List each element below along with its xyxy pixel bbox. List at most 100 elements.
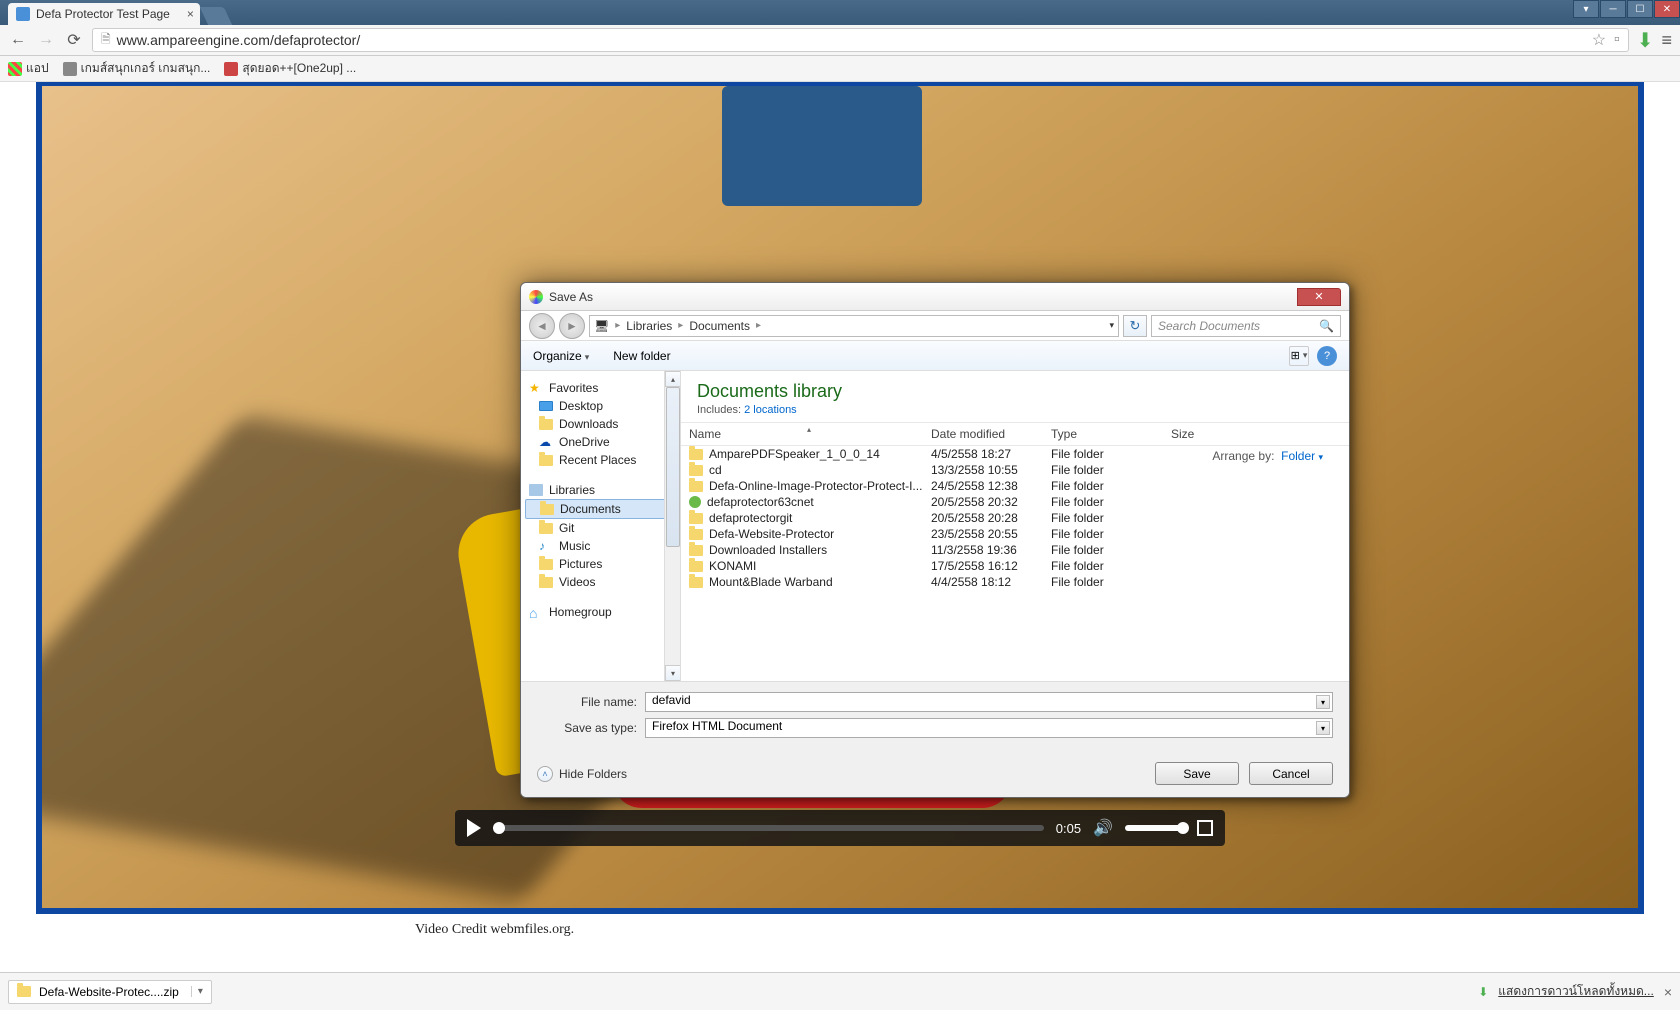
video-credit: Video Credit webmfiles.org. [415, 922, 574, 938]
window-dropdown-button[interactable]: ▾ [1573, 0, 1599, 18]
apps-bookmark[interactable]: แอป [8, 59, 49, 78]
bookmark-star-icon[interactable]: ☆ [1592, 30, 1606, 50]
refresh-button[interactable]: ↻ [1123, 315, 1147, 337]
dialog-footer: ˄ Hide Folders Save Cancel [521, 754, 1349, 797]
nav-recent[interactable]: Recent Places [525, 451, 676, 469]
seek-handle[interactable] [493, 822, 505, 834]
download-menu-icon[interactable]: ▾ [191, 986, 203, 997]
filename-input[interactable]: defavid ▾ [645, 692, 1333, 712]
nav-homegroup[interactable]: ⌂Homegroup [525, 603, 676, 621]
nav-git[interactable]: Git [525, 519, 676, 537]
fullscreen-icon[interactable] [1197, 820, 1213, 836]
nav-onedrive[interactable]: ☁OneDrive [525, 433, 676, 451]
downloadbar-close-icon[interactable]: × [1664, 984, 1672, 1000]
nav-videos[interactable]: Videos [525, 573, 676, 591]
file-date: 20/5/2558 20:32 [931, 495, 1051, 509]
download-bar: Defa-Website-Protec....zip ▾ ⬇ แสดงการดา… [0, 972, 1680, 1010]
window-close-button[interactable]: ✕ [1654, 0, 1680, 18]
file-row[interactable]: KONAMI17/5/2558 16:12File folder [681, 558, 1349, 574]
chrome-toolbar: ← → ⟳ 🗎 www.ampareengine.com/defaprotect… [0, 25, 1680, 56]
file-date: 20/5/2558 20:28 [931, 511, 1051, 525]
nav-forward-button[interactable]: ► [559, 313, 585, 339]
browser-tab[interactable]: Defa Protector Test Page × [8, 3, 200, 25]
file-type: File folder [1051, 575, 1171, 589]
file-date: 23/5/2558 20:55 [931, 527, 1051, 541]
tab-close-icon[interactable]: × [187, 7, 194, 21]
breadcrumb-documents[interactable]: Documents [689, 319, 750, 333]
scroll-down-button[interactable]: ▾ [665, 665, 681, 681]
new-folder-button[interactable]: New folder [613, 349, 670, 363]
chevron-right-icon: ▸ [678, 320, 683, 331]
savetype-select[interactable]: Firefox HTML Document ▾ [645, 718, 1333, 738]
hide-folders-toggle[interactable]: ˄ Hide Folders [537, 766, 627, 782]
nav-music[interactable]: ♪Music [525, 537, 676, 555]
file-row[interactable]: Downloaded Installers11/3/2558 19:36File… [681, 542, 1349, 558]
translate-icon[interactable]: ▫ [1614, 31, 1620, 49]
nav-downloads[interactable]: Downloads [525, 415, 676, 433]
col-size-header[interactable]: Size [1171, 427, 1251, 441]
chrome-titlebar: Defa Protector Test Page × ▾ ─ ☐ ✕ [0, 0, 1680, 25]
bookmark-1[interactable]: เกมส์สนุกเกอร์ เกมสนุก... [63, 59, 211, 78]
downloads-icon[interactable]: ⬇ [1637, 28, 1654, 53]
col-date-header[interactable]: Date modified [931, 427, 1051, 441]
play-button[interactable] [467, 819, 481, 837]
column-headers: Name▴ Date modified Type Size [681, 422, 1349, 446]
volume-handle[interactable] [1177, 822, 1189, 834]
nav-scrollbar[interactable]: ▴ ▾ [664, 371, 680, 681]
filename-dropdown-icon[interactable]: ▾ [1316, 695, 1330, 709]
volume-icon[interactable]: 🔊 [1093, 818, 1113, 838]
locations-link[interactable]: 2 locations [744, 404, 797, 416]
file-row[interactable]: Defa-Website-Protector23/5/2558 20:55Fil… [681, 526, 1349, 542]
page-content: 0:05 🔊 Video Credit webmfiles.org. Save … [0, 82, 1680, 972]
navigation-pane: ★Favorites Desktop Downloads ☁OneDrive R… [521, 371, 681, 681]
file-row[interactable]: defaprotectorgit20/5/2558 20:28File fold… [681, 510, 1349, 526]
nav-pictures[interactable]: Pictures [525, 555, 676, 573]
nav-favorites[interactable]: ★Favorites [525, 379, 676, 397]
scroll-up-button[interactable]: ▴ [665, 371, 681, 387]
show-all-downloads-link[interactable]: แสดงการดาวน์โหลดทั้งหมด... [1498, 982, 1654, 1001]
download-item[interactable]: Defa-Website-Protec....zip ▾ [8, 980, 212, 1004]
bookmark-icon [63, 62, 77, 76]
breadcrumb-dropdown-icon[interactable]: ▾ [1109, 320, 1114, 331]
scroll-thumb[interactable] [666, 387, 680, 547]
forward-button[interactable]: → [36, 30, 56, 50]
help-button[interactable]: ? [1317, 346, 1337, 366]
breadcrumb-libraries[interactable]: Libraries [626, 319, 672, 333]
dialog-close-button[interactable]: ✕ [1297, 288, 1341, 306]
folder-icon [689, 481, 703, 492]
file-row[interactable]: defaprotector63cnet20/5/2558 20:32File f… [681, 494, 1349, 510]
dialog-titlebar[interactable]: Save As ✕ [521, 283, 1349, 311]
save-button[interactable]: Save [1155, 762, 1239, 785]
file-row[interactable]: Defa-Online-Image-Protector-Protect-I...… [681, 478, 1349, 494]
nav-desktop[interactable]: Desktop [525, 397, 676, 415]
savetype-dropdown-icon[interactable]: ▾ [1316, 721, 1330, 735]
search-input[interactable]: Search Documents 🔍 [1151, 315, 1341, 337]
view-options-button[interactable]: ⊞ [1289, 346, 1309, 366]
nav-back-button[interactable]: ◄ [529, 313, 555, 339]
col-name-header[interactable]: Name▴ [681, 427, 931, 441]
nav-documents[interactable]: Documents [525, 499, 676, 519]
reload-button[interactable]: ⟳ [64, 30, 84, 50]
bookmark-icon [224, 62, 238, 76]
arrange-dropdown[interactable]: Folder ▾ [1281, 449, 1323, 463]
chrome-menu-icon[interactable]: ≡ [1661, 30, 1672, 51]
cancel-button[interactable]: Cancel [1249, 762, 1333, 785]
nav-libraries[interactable]: Libraries [525, 481, 676, 499]
file-row[interactable]: cd13/3/2558 10:55File folder [681, 462, 1349, 478]
file-date: 13/3/2558 10:55 [931, 463, 1051, 477]
bookmark-2[interactable]: สุดยอด++[One2up] ... [224, 59, 356, 78]
seek-bar[interactable] [493, 825, 1044, 831]
url-bar[interactable]: 🗎 www.ampareengine.com/defaprotector/ ☆ … [92, 28, 1629, 52]
file-row[interactable]: Mount&Blade Warband4/4/2558 18:12File fo… [681, 574, 1349, 590]
back-button[interactable]: ← [8, 30, 28, 50]
bookmarks-bar: แอป เกมส์สนุกเกอร์ เกมสนุก... สุดยอด++[O… [0, 56, 1680, 82]
col-type-header[interactable]: Type [1051, 427, 1171, 441]
breadcrumb[interactable]: 🖥 ▸ Libraries ▸ Documents ▸ ▾ [589, 315, 1119, 337]
new-tab-button[interactable] [200, 7, 232, 25]
volume-bar[interactable] [1125, 825, 1185, 831]
organize-button[interactable]: Organize [533, 349, 589, 363]
window-maximize-button[interactable]: ☐ [1627, 0, 1653, 18]
folder-icon [689, 513, 703, 524]
folder-icon [689, 561, 703, 572]
window-minimize-button[interactable]: ─ [1600, 0, 1626, 18]
